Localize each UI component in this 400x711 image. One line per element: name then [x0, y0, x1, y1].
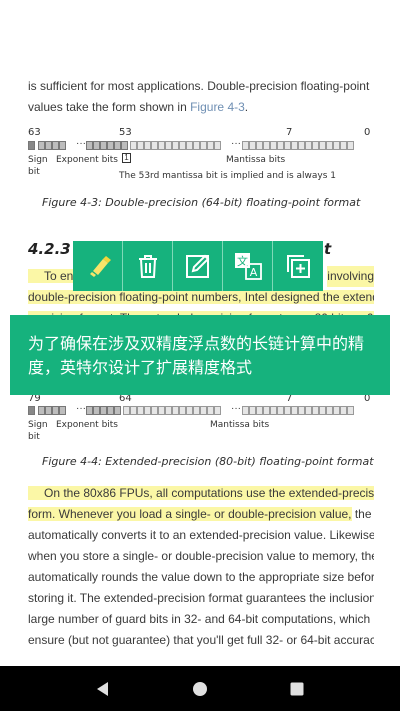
text-line: On the 80x86 FPUs, all computations use … — [28, 483, 374, 504]
mantissa-label: Mantissa bits — [210, 420, 270, 430]
edit-note-icon — [185, 254, 209, 278]
text-line: ensure (but not guarantee) that you'll g… — [28, 633, 374, 647]
paragraph-3: On the 80x86 FPUs, all computations use … — [28, 483, 374, 651]
navigation-bar — [0, 666, 400, 711]
copy-button[interactable] — [273, 241, 323, 291]
ellipsis: ··· — [231, 138, 241, 149]
text-span: values take the form shown in — [28, 100, 191, 114]
bit-label: bit — [28, 432, 40, 442]
back-icon — [97, 681, 109, 696]
text-line: automatically rounds the value down to t… — [28, 570, 374, 584]
text-line: automatically converts it to an extended… — [28, 528, 374, 542]
exponent-label: Exponent bits — [56, 155, 118, 165]
back-button[interactable] — [83, 669, 123, 709]
exponent-bits — [38, 141, 66, 150]
exponent-bits-end — [86, 141, 128, 150]
highlighted-text[interactable]: On the 80x86 FPUs, all computations use … — [28, 486, 374, 500]
section-heading-end: t — [324, 240, 332, 258]
bit-number-7: 7 — [286, 127, 293, 138]
highlight-button[interactable] — [73, 241, 123, 291]
bit-label: bit — [28, 167, 40, 177]
copy-add-icon — [287, 255, 310, 278]
bit-number-53: 53 — [119, 127, 132, 138]
highlighted-text[interactable]: To ens — [28, 269, 80, 283]
figure-link[interactable]: Figure 4-3 — [190, 100, 245, 114]
recents-button[interactable] — [277, 669, 317, 709]
mantissa-bits-end — [242, 406, 354, 415]
svg-text:A: A — [249, 266, 257, 279]
exponent-bits-end — [86, 406, 121, 415]
text-line: values take the form shown in Figure 4-3… — [28, 97, 374, 118]
text-line: is sufficient for most applications. Dou… — [28, 79, 370, 93]
ellipsis: ··· — [76, 138, 86, 149]
delete-button[interactable] — [123, 241, 173, 291]
pdf-page[interactable]: is sufficient for most applications. Dou… — [0, 0, 400, 666]
trash-icon — [138, 255, 157, 278]
sign-label: Sign — [28, 155, 48, 165]
exponent-label: Exponent bits — [56, 420, 118, 430]
bit-number-63: 63 — [28, 127, 41, 138]
recents-icon — [290, 682, 304, 695]
implied-note: The 53rd mantissa bit is implied and is … — [119, 171, 337, 181]
figure-caption: Figure 4-4: Extended-precision (80-bit) … — [42, 455, 374, 468]
mantissa-label: Mantissa bits — [226, 155, 286, 165]
home-icon — [192, 681, 207, 696]
mantissa-bits-end — [242, 141, 354, 150]
highlighted-text[interactable]: double-precision floating-point numbers,… — [28, 290, 374, 304]
note-button[interactable] — [173, 241, 223, 291]
ellipsis: ··· — [76, 403, 86, 414]
bit-number-0: 0 — [364, 127, 371, 138]
mantissa-bits — [123, 406, 221, 415]
sign-label: Sign — [28, 420, 48, 430]
exponent-bits — [38, 406, 66, 415]
text-line: when you store a single- or double-preci… — [28, 549, 374, 563]
text-span: the FPU — [354, 507, 374, 521]
text-span: . — [244, 100, 249, 114]
paragraph-1: is sufficient for most applications. Dou… — [28, 76, 374, 118]
translation-popup[interactable]: 为了确保在涉及双精度浮点数的长链计算中的精度，英特尔设计了扩展精度格式 — [10, 315, 390, 395]
sign-bit-cell — [28, 141, 35, 150]
text-line: form. Whenever you load a single- or dou… — [28, 504, 374, 525]
highlighted-text[interactable]: form. Whenever you load a single- or dou… — [28, 507, 352, 521]
highlighted-text[interactable]: involving — [327, 266, 374, 287]
implied-bit-box: 1 — [122, 153, 131, 163]
sign-bit-cell — [28, 406, 35, 415]
translate-icon: 文 A — [234, 253, 262, 280]
figure-caption: Figure 4-3: Double-precision (64-bit) fl… — [42, 196, 361, 209]
text-line: storing it. The extended-precision forma… — [28, 591, 374, 605]
translate-button[interactable]: 文 A — [223, 241, 273, 291]
annotation-toolbar: 文 A — [73, 241, 323, 291]
mantissa-bits — [130, 141, 221, 150]
highlighter-icon — [89, 256, 111, 277]
text-line: large number of guard bits in 32- and 64… — [28, 612, 374, 626]
ellipsis: ··· — [231, 403, 241, 414]
home-button[interactable] — [180, 669, 220, 709]
